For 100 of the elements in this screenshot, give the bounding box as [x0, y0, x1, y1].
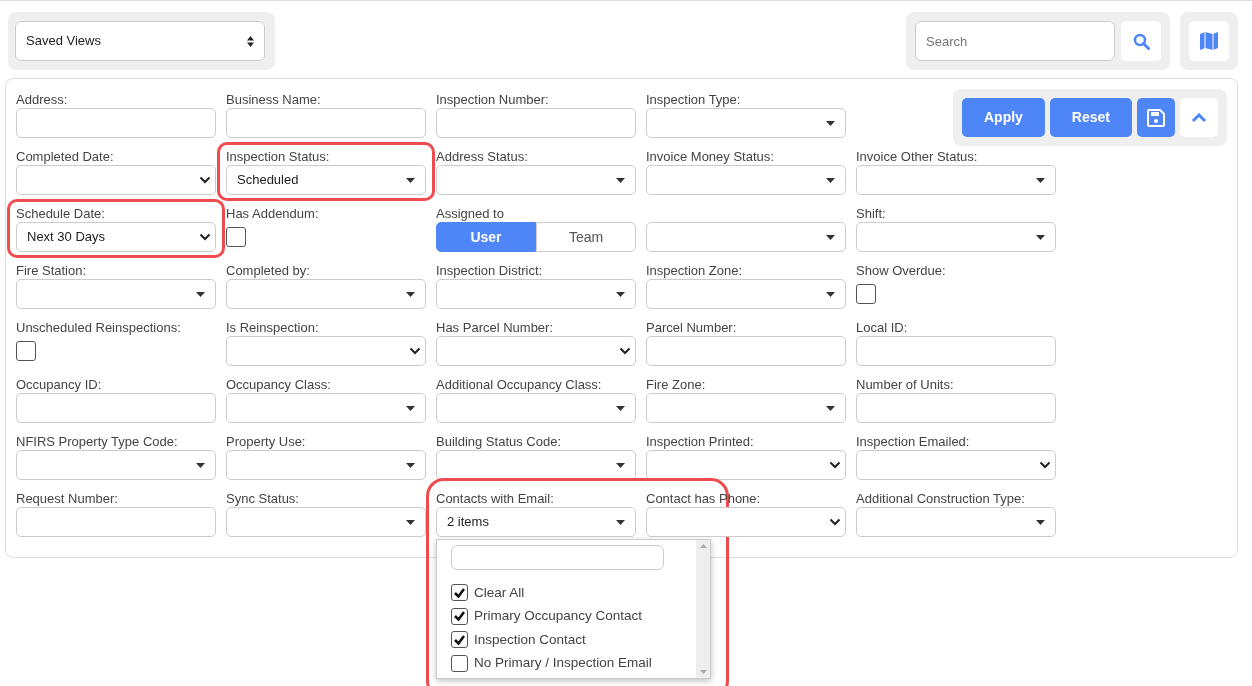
field-label: Building Status Code: — [436, 433, 563, 450]
caret-icon — [406, 462, 415, 468]
dropdown-field[interactable] — [436, 336, 636, 366]
caret-icon — [406, 291, 415, 297]
option-label[interactable]: Primary Occupancy Contact — [474, 606, 643, 627]
scroll-up-icon — [699, 544, 707, 548]
dropdown-field[interactable] — [226, 279, 426, 309]
chevron-down-icon — [199, 176, 211, 184]
dropdown-field[interactable]: 2 items — [436, 507, 636, 537]
field-label: NFIRS Property Type Code: — [16, 433, 179, 450]
search-field[interactable]: Search — [915, 21, 1115, 61]
caret-icon — [826, 177, 835, 183]
dropdown-field[interactable] — [16, 279, 216, 309]
dropdown-field[interactable] — [856, 222, 1056, 252]
field-label: Business Name: — [226, 91, 322, 108]
dropdown-field[interactable] — [436, 165, 636, 195]
map-button[interactable] — [1189, 21, 1229, 61]
chevron-down-icon — [409, 347, 421, 355]
option-label[interactable]: No Primary / Inspection Email — [474, 653, 652, 674]
dropdown-field[interactable] — [646, 165, 846, 195]
dropdown-field[interactable] — [646, 279, 846, 309]
field-label: Fire Zone: — [646, 376, 707, 393]
caret-icon — [616, 177, 625, 183]
field-label: Number of Units: — [856, 376, 955, 393]
dropdown-field[interactable] — [436, 393, 636, 423]
caret-icon — [196, 462, 205, 468]
caret-icon — [826, 234, 835, 240]
checkbox[interactable] — [856, 284, 876, 304]
field-label: Address Status: — [436, 148, 529, 165]
field-label: Occupancy Class: — [226, 376, 332, 393]
dropdown-field[interactable] — [226, 393, 426, 423]
field-label: Contacts with Email: — [436, 490, 555, 507]
field-label: Invoice Money Status: — [646, 148, 775, 165]
dropdown-field[interactable]: Next 30 Days — [16, 222, 216, 252]
caret-icon — [616, 519, 625, 525]
caret-icon — [406, 177, 415, 183]
field-label: Inspection Emailed: — [856, 433, 971, 450]
checkbox[interactable] — [16, 341, 36, 361]
field-label: Invoice Other Status: — [856, 148, 979, 165]
dropdown-field[interactable] — [16, 450, 216, 480]
search-button[interactable] — [1121, 21, 1161, 61]
caret-icon — [406, 519, 415, 525]
checkbox[interactable] — [451, 631, 468, 649]
text-field[interactable] — [646, 336, 846, 366]
text-field[interactable] — [16, 507, 216, 537]
toggle-option[interactable]: Team — [536, 222, 636, 252]
field-label: Additional Construction Type: — [856, 490, 1026, 507]
field-label: Is Reinspection: — [226, 319, 320, 336]
dropdown-field[interactable] — [646, 450, 846, 480]
save-button[interactable] — [1137, 98, 1175, 137]
checkbox[interactable] — [451, 607, 468, 625]
checkbox[interactable] — [226, 227, 246, 247]
caret-icon — [826, 405, 835, 411]
caret-icon — [406, 405, 415, 411]
dropdown-field[interactable] — [646, 222, 846, 252]
option-label[interactable]: Inspection Contact — [474, 629, 586, 650]
dropdown-field[interactable] — [226, 450, 426, 480]
dropdown-field[interactable] — [16, 165, 216, 195]
collapse-button[interactable] — [1180, 98, 1218, 137]
dropdown-field[interactable] — [646, 108, 846, 138]
checkbox[interactable] — [451, 584, 468, 602]
text-field[interactable] — [436, 108, 636, 138]
text-field[interactable] — [856, 393, 1056, 423]
dropdown-field[interactable] — [226, 507, 426, 537]
dropdown-field[interactable] — [856, 165, 1056, 195]
caret-icon — [1036, 519, 1045, 525]
text-field[interactable] — [16, 393, 216, 423]
caret-icon — [826, 120, 835, 126]
chevron-down-icon — [199, 233, 211, 241]
field-label: Show Overdue: — [856, 262, 947, 279]
field-label: Inspection Number: — [436, 91, 550, 108]
dropdown-field[interactable] — [436, 450, 636, 480]
checkmark-icon — [454, 611, 465, 622]
field-label: Fire Station: — [16, 262, 88, 279]
text-field[interactable] — [226, 108, 426, 138]
field-label: Assigned to — [436, 205, 505, 222]
text-field[interactable] — [16, 108, 216, 138]
field-label: Inspection District: — [436, 262, 544, 279]
dropdown-field[interactable]: Scheduled — [226, 165, 426, 195]
chevron-up-icon — [1191, 112, 1207, 123]
caret-icon — [616, 405, 625, 411]
saved-views-select[interactable]: Saved Views — [15, 21, 265, 61]
option-label[interactable]: Clear All — [474, 582, 525, 603]
field-label: Property Use: — [226, 433, 307, 450]
caret-icon — [1036, 234, 1045, 240]
dropdown-field[interactable] — [856, 507, 1056, 537]
chevron-down-icon — [619, 347, 631, 355]
dropdown-search-field[interactable] — [451, 545, 664, 570]
field-label: Schedule Date: — [16, 205, 106, 222]
checkbox[interactable] — [451, 654, 468, 672]
dropdown-field[interactable] — [856, 450, 1056, 480]
field-label: Has Addendum: — [226, 205, 320, 222]
dropdown-field[interactable] — [646, 393, 846, 423]
field-label: Inspection Type: — [646, 91, 742, 108]
dropdown-field[interactable] — [436, 279, 636, 309]
checkmark-icon — [454, 587, 465, 598]
field-label: Unscheduled Reinspections: — [16, 319, 182, 336]
text-field[interactable] — [856, 336, 1056, 366]
dropdown-field[interactable] — [226, 336, 426, 366]
dropdown-field[interactable] — [646, 507, 846, 537]
